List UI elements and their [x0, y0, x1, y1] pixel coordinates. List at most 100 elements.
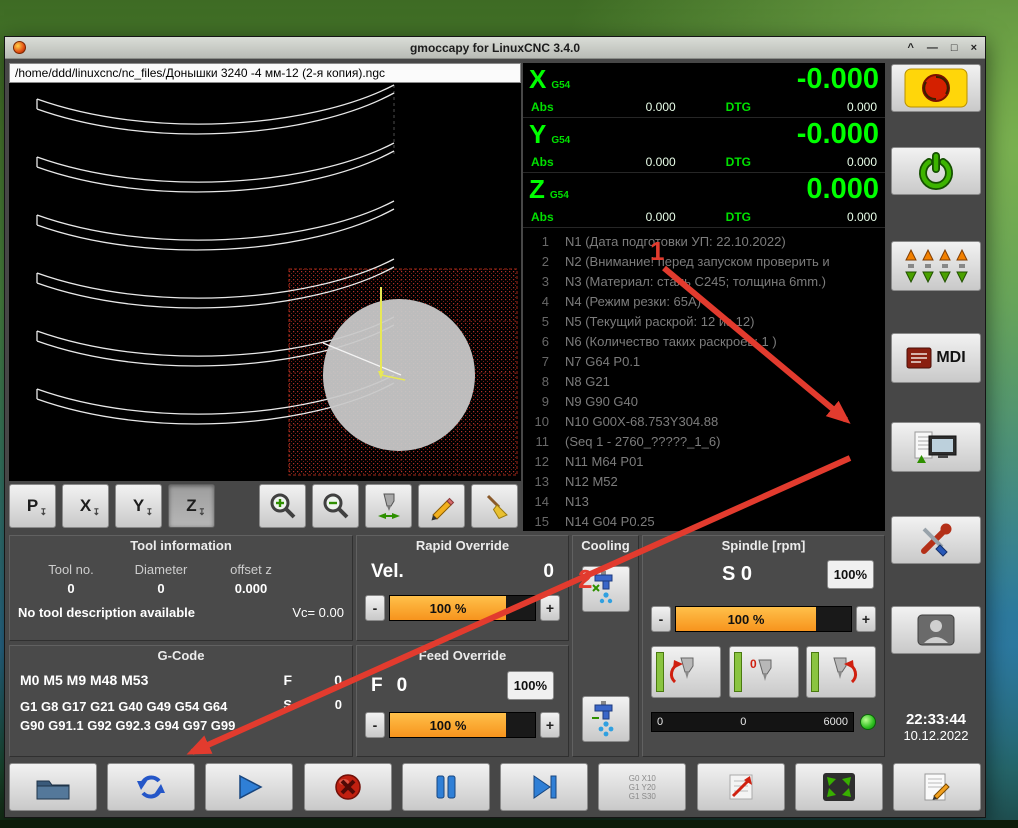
run-program-button[interactable]: [205, 763, 294, 811]
rapid-override-slider[interactable]: 100 %: [389, 595, 536, 621]
dro-axis[interactable]: Z G54 0.000 Abs 0.000 DTG 0.000: [523, 173, 885, 228]
clear-plot-button[interactable]: [471, 484, 518, 528]
gcode-line[interactable]: 15 N14 G04 P0.25: [523, 512, 885, 531]
gcode-line-number: 9: [541, 394, 549, 409]
gcode-line-number: 13: [534, 474, 549, 489]
clock-display: 22:33:44 10.12.2022: [889, 711, 983, 743]
window-close-button[interactable]: ×: [971, 42, 977, 54]
flood-coolant-button[interactable]: [582, 696, 630, 742]
tool-measure-button[interactable]: [365, 484, 412, 528]
gcode-line[interactable]: 14 N13: [523, 492, 885, 512]
gcode-line-number: 6: [541, 334, 549, 349]
edit-gcode-button[interactable]: [892, 763, 981, 811]
preview-toolbar: P X Y Z: [9, 483, 524, 529]
run-from-line-button[interactable]: G0 X10 G1 Y20 G1 S30: [598, 763, 687, 811]
active-m-codes: M0 M5 M9 M48 M53: [20, 672, 149, 688]
active-g-codes-row: G1 G8 G17 G21 G40 G49 G54 G64 G90 G91.1 G…: [20, 697, 342, 735]
view-p-button[interactable]: P: [9, 484, 56, 528]
spindle-stop-button[interactable]: 0: [728, 646, 799, 698]
gcode-line[interactable]: 2 N2 (Внимание! перед запуском проверить…: [523, 252, 885, 272]
dro-main-row: Z G54 0.000: [529, 173, 879, 208]
open-file-button[interactable]: [9, 763, 97, 811]
user-button[interactable]: [891, 606, 981, 654]
auto-mode-button[interactable]: [891, 422, 981, 472]
gcode-line[interactable]: 7 N7 G64 P0.1: [523, 352, 885, 372]
gcode-line[interactable]: 10 N10 G00X-68.753Y304.88: [523, 412, 885, 432]
gcode-line[interactable]: 6 N6 (Количество таких раскроев: 1 ): [523, 332, 885, 352]
gcode-line[interactable]: 4 N4 (Режим резки: 65A): [523, 292, 885, 312]
program-toolbar: G0 X10 G1 Y20 G1 S30: [9, 761, 981, 813]
feed-slider-row: - 100 % +: [365, 712, 560, 738]
pause-program-button[interactable]: [401, 763, 490, 811]
spindle-minus-button[interactable]: -: [651, 606, 671, 632]
window-controls: ^ — □ ×: [907, 42, 977, 54]
mist-coolant-icon: [592, 571, 613, 604]
gcode-line-text: N6 (Количество таких раскроев: 1 ): [565, 334, 777, 349]
window-shade-button[interactable]: ^: [907, 42, 913, 54]
fullscreen-button[interactable]: [794, 763, 883, 811]
axis-letter: Y: [529, 119, 547, 149]
feed-value: 0: [334, 672, 342, 688]
gcode-line-text: N12 M52: [565, 474, 618, 489]
feed-minus-button[interactable]: -: [365, 712, 385, 738]
rapid-minus-button[interactable]: -: [365, 595, 385, 621]
stop-program-button[interactable]: [303, 763, 392, 811]
gcode-line[interactable]: 1 N1 (Дата подготовки УП: 22.10.2022): [523, 232, 885, 252]
spindle-override-slider[interactable]: 100 %: [675, 606, 852, 632]
vel-label: Vel.: [371, 561, 404, 582]
gcode-listing[interactable]: 1 N1 (Дата подготовки УП: 22.10.2022) 2 …: [523, 229, 885, 531]
gremlin-preview[interactable]: [9, 83, 521, 481]
titlebar[interactable]: gmoccapy for LinuxCNC 3.4.0 ^ — □ ×: [5, 37, 985, 59]
gcode-line-text: N13: [565, 494, 589, 509]
window-maximize-button[interactable]: □: [951, 42, 958, 54]
view-y-button[interactable]: Y: [115, 484, 162, 528]
dro-sub-row: Abs 0.000 DTG 0.000: [529, 153, 879, 171]
tool-no-value: 0: [67, 581, 75, 596]
rapid-slider-fill: 100 %: [390, 596, 506, 620]
rapid-slider-row: - 100 % +: [365, 595, 560, 621]
preview-edit-button[interactable]: [418, 484, 465, 528]
gcode-status-panel: G-Code M0 M5 M9 M48 M53 F 0 G1 G8 G17 G2…: [9, 645, 353, 757]
feed-plus-button[interactable]: +: [540, 712, 560, 738]
gcode-line-text: N4 (Режим резки: 65A): [565, 294, 702, 309]
spindle-speed-display: S 0: [721, 563, 753, 585]
spindle-ccw-button[interactable]: [651, 646, 721, 698]
open-folder-icon: [36, 780, 70, 800]
view-z-button[interactable]: Z: [168, 484, 215, 528]
abs-value: 0.000: [645, 155, 676, 169]
gcode-line-text: N3 (Материал: сталь С245; толщина 6mm.): [565, 274, 827, 289]
gcode-line[interactable]: 11 (Seq 1 - 2760_?????_1_6): [523, 432, 885, 452]
reload-file-button[interactable]: [107, 763, 196, 811]
zoom-out-button[interactable]: [312, 484, 359, 528]
view-x-button[interactable]: X: [62, 484, 109, 528]
spindle-plus-button[interactable]: +: [856, 606, 876, 632]
spindle-cw-button[interactable]: [806, 646, 876, 698]
gcode-line-number: 4: [541, 294, 549, 309]
dro-axis[interactable]: Y G54 -0.000 Abs 0.000 DTG 0.000: [523, 118, 885, 173]
skip-line-button[interactable]: [696, 763, 785, 811]
gcode-line[interactable]: 13 N12 M52: [523, 472, 885, 492]
gcode-line[interactable]: 12 N11 M64 P01: [523, 452, 885, 472]
jog-arrows-icon: [905, 248, 968, 284]
dro-panel: X G54 -0.000 Abs 0.000 DTG 0.000 Y G54 -…: [523, 63, 885, 229]
diameter-value: 0: [157, 581, 165, 596]
manual-mode-button[interactable]: [891, 241, 981, 291]
settings-button[interactable]: [891, 516, 981, 564]
zoom-in-button[interactable]: [259, 484, 306, 528]
mist-coolant-button[interactable]: [582, 566, 630, 612]
current-part-circle: [323, 299, 475, 451]
rapid-plus-button[interactable]: +: [540, 595, 560, 621]
power-button[interactable]: [891, 147, 981, 195]
gcode-line[interactable]: 5 N5 (Текущий раскрой: 12 из 12): [523, 312, 885, 332]
gcode-line[interactable]: 8 N8 G21: [523, 372, 885, 392]
gcode-line-number: 8: [541, 374, 549, 389]
gcode-line[interactable]: 3 N3 (Материал: сталь С245; толщина 6mm.…: [523, 272, 885, 292]
dro-axis[interactable]: X G54 -0.000 Abs 0.000 DTG 0.000: [523, 63, 885, 118]
step-program-button[interactable]: [500, 763, 589, 811]
feed-override-slider[interactable]: 100 %: [389, 712, 536, 738]
mdi-mode-button[interactable]: MDI: [891, 333, 981, 383]
gcode-line[interactable]: 9 N9 G90 G40: [523, 392, 885, 412]
estop-button[interactable]: [891, 64, 981, 112]
abs-value: 0.000: [645, 210, 676, 224]
window-minimize-button[interactable]: —: [927, 42, 938, 54]
